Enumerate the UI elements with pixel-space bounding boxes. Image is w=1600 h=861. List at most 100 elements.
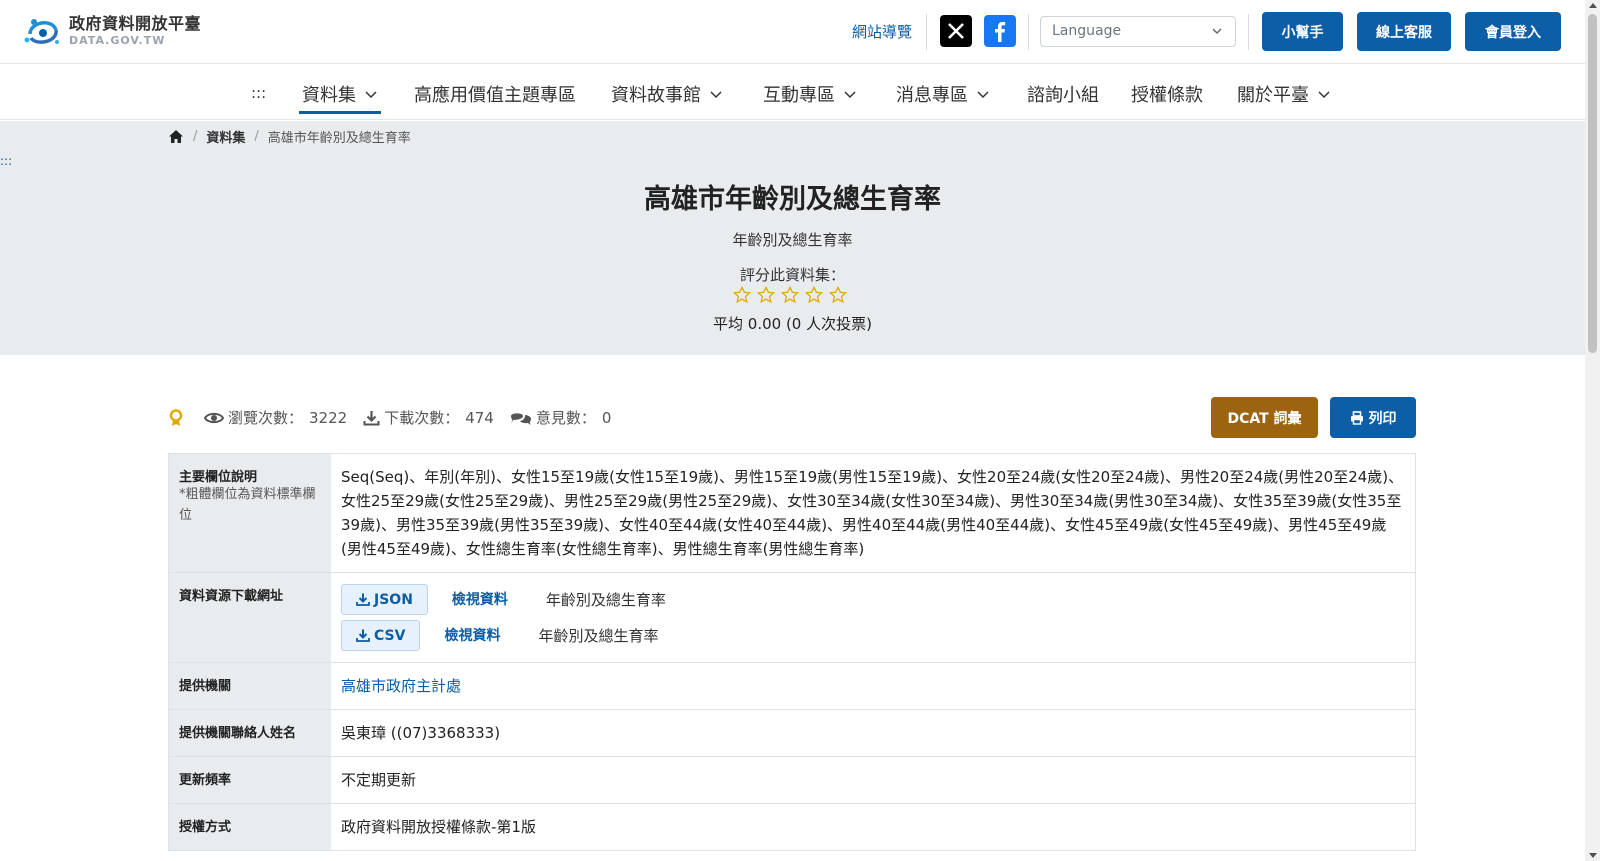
nav-accesskey[interactable]: ::: (251, 84, 266, 102)
chevron-down-icon (365, 91, 377, 99)
breadcrumb-datasets[interactable]: 資料集 (206, 127, 245, 146)
main-nav: ::: 資料集 高應用價值主題專區 資料故事館 互動專區 消息專區 諮詢小組 授… (0, 64, 1585, 120)
nav-item-label: 諮詢小組 (1027, 85, 1099, 106)
nav-item-label: 資料故事館 (611, 85, 701, 106)
logo-mark-icon (24, 19, 59, 44)
download-csv-button[interactable]: CSV (341, 620, 421, 651)
star-icon[interactable] (754, 283, 778, 307)
page-subtitle: 年齡別及總生育率 (732, 231, 853, 249)
nav-item-label: 資料集 (302, 85, 356, 106)
provider-header: 提供機關 (169, 663, 331, 709)
comments-icon (510, 412, 531, 425)
print-button-label: 列印 (1368, 410, 1397, 427)
chevron-down-icon (1212, 28, 1222, 34)
language-select-value: Language (1052, 23, 1122, 39)
breadcrumb-current: 高雄市年齡別及總生育率 (267, 131, 411, 146)
nav-item-news[interactable]: 消息專區 (896, 81, 990, 107)
table-row-license: 授權方式 政府資料開放授權條款-第1版 (169, 804, 1415, 850)
nav-item-stories[interactable]: 資料故事館 (611, 81, 723, 107)
divider (1248, 14, 1249, 50)
nav-item-datasets[interactable]: 資料集 (302, 81, 378, 107)
award-badge-icon (169, 408, 183, 426)
view-data-link[interactable]: 檢視資料 (444, 624, 500, 648)
fields-value: Seq(Seq)、年別(年別)、女性15至19歲(女性15至19歲)、男性15至… (341, 468, 1404, 558)
scroll-down-arrow-icon[interactable] (1589, 853, 1597, 858)
table-row-frequency: 更新頻率 不定期更新 (169, 757, 1415, 804)
resource-item: JSON 檢視資料 年齡別及總生育率 (341, 584, 1405, 615)
resource-description: 年齡別及總生育率 (538, 626, 659, 645)
login-button[interactable]: 會員登入 (1465, 12, 1561, 51)
x-twitter-icon[interactable] (940, 15, 972, 47)
facebook-logo-icon (995, 22, 1006, 42)
logo-title: 政府資料開放平臺 (69, 14, 202, 33)
format-label: CSV (374, 627, 406, 644)
language-select[interactable]: Language (1040, 16, 1236, 47)
nav-item-high-value[interactable]: 高應用價值主題專區 (414, 81, 576, 107)
logo-subtitle: DATA.GOV.TW (69, 34, 166, 47)
fields-header: 主要欄位說明 (179, 470, 258, 485)
site-header: 政府資料開放平臺 DATA.GOV.TW 網站導覽 Language 小幫手 線… (0, 0, 1585, 64)
breadcrumb: / 資料集 / 高雄市年齡別及總生育率 (168, 127, 411, 146)
home-icon[interactable] (168, 129, 184, 144)
table-row-contact: 提供機關聯絡人姓名 吳東璋 ((07)3368333) (169, 710, 1415, 757)
downloads-count: 474 (465, 408, 494, 427)
table-row-fields: 主要欄位說明 *粗體欄位為資料標準欄位 Seq(Seq)、年別(年別)、女性15… (169, 454, 1415, 573)
scroll-up-arrow-icon[interactable] (1589, 3, 1597, 8)
views-count: 3222 (309, 408, 348, 427)
facebook-icon[interactable] (984, 15, 1016, 47)
helper-button[interactable]: 小幫手 (1262, 12, 1343, 51)
nav-active-indicator (299, 111, 381, 114)
provider-link[interactable]: 高雄市政府主計處 (341, 677, 461, 695)
dataset-info-table: 主要欄位說明 *粗體欄位為資料標準欄位 Seq(Seq)、年別(年別)、女性15… (168, 453, 1416, 851)
printer-icon (1350, 410, 1363, 425)
nav-item-label: 互動專區 (763, 85, 835, 106)
star-icon[interactable] (802, 283, 826, 307)
nav-item-label: 消息專區 (896, 85, 968, 106)
downloads-label: 下載次數： (384, 409, 460, 427)
star-icon[interactable] (778, 283, 802, 307)
table-row-resources: 資料資源下載網址 JSON 檢視資料 年齡別及總生育率 CSV 檢視資料 年齡別… (169, 573, 1415, 663)
divider (1028, 14, 1029, 50)
star-icon[interactable] (826, 283, 850, 307)
resources-list: JSON 檢視資料 年齡別及總生育率 CSV 檢視資料 年齡別及總生育率 (331, 573, 1415, 662)
views-stat: 瀏覽次數： 3222 (204, 407, 347, 428)
download-icon (356, 629, 370, 642)
page-scrollbar[interactable] (1585, 0, 1600, 861)
row-header: 主要欄位說明 *粗體欄位為資料標準欄位 (169, 454, 331, 572)
nav-item-label: 關於平臺 (1237, 85, 1309, 106)
comments-stat: 意見數： 0 (510, 407, 612, 428)
divider (926, 14, 927, 50)
badge-stat (168, 408, 188, 427)
comments-count: 0 (601, 408, 612, 427)
site-logo[interactable]: 政府資料開放平臺 DATA.GOV.TW (22, 12, 201, 50)
nav-item-license[interactable]: 授權條款 (1131, 81, 1203, 107)
star-icon[interactable] (730, 283, 754, 307)
sitemap-link[interactable]: 網站導覽 (852, 21, 912, 42)
download-icon (356, 593, 370, 606)
support-button[interactable]: 線上客服 (1357, 12, 1451, 51)
download-icon (363, 410, 380, 425)
download-json-button[interactable]: JSON (341, 584, 428, 615)
fields-header-note: *粗體欄位為資料標準欄位 (179, 487, 316, 523)
license-value: 政府資料開放授權條款-第1版 (341, 818, 536, 836)
nav-item-label: 高應用價值主題專區 (414, 85, 576, 106)
nav-item-advisory[interactable]: 諮詢小組 (1027, 81, 1099, 107)
print-button[interactable]: 列印 (1330, 397, 1416, 438)
eye-icon (204, 412, 224, 423)
resources-header: 資料資源下載網址 (169, 573, 331, 662)
nav-item-interactive[interactable]: 互動專區 (763, 81, 857, 107)
dcat-button[interactable]: DCAT 詞彙 (1211, 397, 1318, 438)
dataset-stats: 瀏覽次數： 3222 下載次數： 474 意見數： 0 (168, 407, 627, 428)
content-accesskey[interactable]: ::: (0, 154, 12, 168)
view-data-link[interactable]: 檢視資料 (452, 588, 508, 612)
scroll-thumb[interactable] (1588, 14, 1597, 353)
page-title: 高雄市年齡別及總生育率 (644, 184, 941, 215)
nav-item-about[interactable]: 關於平臺 (1237, 81, 1331, 107)
contact-header: 提供機關聯絡人姓名 (169, 710, 331, 756)
breadcrumb-separator: / (254, 129, 259, 144)
format-label: JSON (374, 591, 413, 608)
views-label: 瀏覽次數： (228, 409, 304, 427)
dataset-banner: / 資料集 / 高雄市年齡別及總生育率 ::: 高雄市年齡別及總生育率 年齡別及… (0, 121, 1585, 355)
frequency-header: 更新頻率 (169, 757, 331, 803)
comments-label: 意見數： (535, 409, 596, 427)
